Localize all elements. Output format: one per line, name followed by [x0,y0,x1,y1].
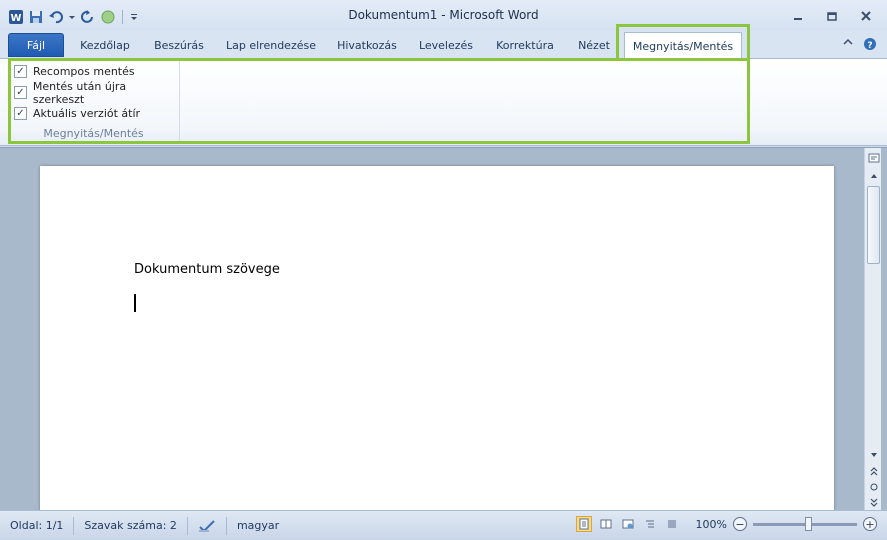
print-layout-icon[interactable] [575,516,592,532]
svg-text:?: ? [867,41,872,51]
chevron-up-icon[interactable] [843,37,853,54]
vertical-scrollbar[interactable] [864,148,881,511]
checkbox-label: Aktuális verziót átír [33,107,141,120]
checkbox-checked-icon[interactable]: ✓ [14,65,27,78]
title-bar: W Dokumentum1 - Microsoft Word [0,0,887,32]
scroll-up-icon[interactable] [865,168,882,184]
status-word-count[interactable]: Szavak száma: 2 [74,516,188,535]
status-bar: Oldal: 1/1 Szavak száma: 2 magyar 100% −… [0,510,887,540]
restore-icon[interactable] [817,6,847,26]
window-controls [783,6,881,26]
help-icon[interactable]: ? [863,37,877,54]
document-area: Dokumentum szövege [0,147,887,516]
draft-icon[interactable] [664,516,680,532]
ruler-toggle-icon[interactable] [865,148,882,168]
web-layout-icon[interactable] [620,516,636,532]
checkbox-label: Mentés után újra szerkeszt [32,79,127,106]
scrollbar-bottom-controls [865,447,882,511]
tab-beszuras[interactable]: Beszúrás [146,33,212,57]
checkbox-row-mentes-utan[interactable]: ✓ Mentés után újra szerkeszt [8,79,179,106]
checkbox-checked-icon[interactable]: ✓ [14,86,27,99]
status-language[interactable]: magyar [227,517,289,535]
text-cursor [134,294,136,312]
full-screen-reading-icon[interactable] [598,516,614,532]
checkbox-row-aktualis-verzio[interactable]: ✓ Aktuális verziót átír [8,103,179,124]
zoom-out-icon[interactable]: − [733,517,747,531]
tab-lap-elrendezese[interactable]: Lap elrendezése [220,33,322,57]
document-text[interactable]: Dokumentum szövege [134,262,280,277]
ribbon-panel: ✓ Recompos mentés ✓ Mentés után újra sze… [0,58,887,146]
scrollbar-thumb[interactable] [867,186,880,264]
scroll-down-icon[interactable] [865,447,882,463]
zoom-level[interactable]: 100% [696,518,727,531]
ribbon-tabs: Fájl Kezdőlap Beszúrás Lap elrendezése H… [0,31,887,59]
close-icon[interactable] [851,6,881,26]
proofing-icon[interactable] [188,516,227,535]
minimize-icon[interactable] [783,6,813,26]
tab-hivatkozas[interactable]: Hivatkozás [330,33,404,57]
zoom-slider[interactable] [753,516,857,531]
status-right-controls: 100% − + [575,516,877,532]
previous-page-icon[interactable] [865,463,882,479]
zoom-in-icon[interactable]: + [863,517,877,531]
tab-nezet[interactable]: Nézet [570,33,618,57]
tab-levelezes[interactable]: Levelezés [412,33,480,57]
window-title: Dokumentum1 - Microsoft Word [348,8,539,22]
ribbon-group-megnyitas-mentes: ✓ Recompos mentés ✓ Mentés után újra sze… [8,61,180,143]
tab-file[interactable]: Fájl [8,33,64,57]
checkbox-checked-icon[interactable]: ✓ [14,107,27,120]
tab-row-controls: ? [843,37,877,54]
tab-megnyitas-mentes[interactable]: Megnyitás/Mentés [624,32,742,59]
checkbox-label: Recompos mentés [33,65,135,78]
next-page-icon[interactable] [865,495,882,511]
browse-object-icon[interactable] [865,479,882,495]
group-label: Megnyitás/Mentés [43,127,144,140]
document-page[interactable]: Dokumentum szövege [40,166,834,516]
tab-kezdolap[interactable]: Kezdőlap [72,33,138,57]
tab-korrektura[interactable]: Korrektúra [488,33,562,57]
status-page[interactable]: Oldal: 1/1 [0,516,75,535]
outline-icon[interactable] [642,516,658,532]
zoom-slider-thumb[interactable] [805,516,812,531]
